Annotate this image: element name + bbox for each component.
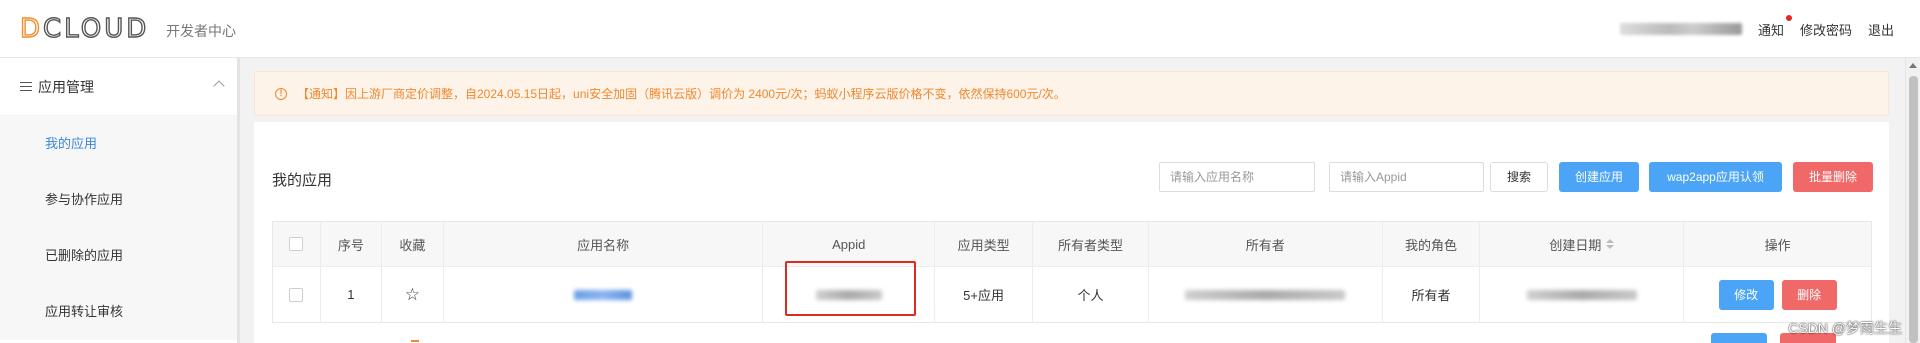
- sidebar-divider: [237, 58, 240, 343]
- top-right-menu: 通知 修改密码 退出: [1619, 0, 1920, 58]
- col-app-name: 应用名称: [443, 222, 764, 266]
- dcloud-logo[interactable]: DCLOUD: [19, 15, 149, 42]
- watermark: CSDN @梦雨生生: [1788, 320, 1902, 336]
- create-app-button[interactable]: 创建应用: [1559, 162, 1639, 192]
- row-app-name: [443, 266, 764, 322]
- sidebar-section-label: 应用管理: [38, 78, 94, 95]
- developer-center-title: 开发者中心: [166, 23, 236, 39]
- row-checkbox[interactable]: [289, 287, 304, 302]
- col-index: 序号: [320, 222, 382, 266]
- top-bar: DCLOUD 开发者中心 通知 修改密码 退出: [0, 0, 1920, 58]
- search-button[interactable]: 搜索: [1490, 162, 1548, 192]
- select-all-checkbox[interactable]: [289, 237, 304, 251]
- wap2app-claim-button[interactable]: wap2app应用认领: [1649, 162, 1782, 192]
- change-password-link[interactable]: 修改密码: [1800, 20, 1852, 39]
- col-appid: Appid: [763, 222, 936, 266]
- chevron-up-icon: [213, 80, 225, 92]
- star-icon[interactable]: ☆: [405, 286, 420, 303]
- appid-highlight-box: [785, 261, 916, 316]
- row-select-cell: [273, 266, 321, 322]
- page-title: 我的应用: [272, 172, 333, 189]
- row-created-date: [1480, 266, 1685, 322]
- sidebar-section-app-management[interactable]: 应用管理: [0, 58, 237, 116]
- sidebar: 应用管理 我的应用 参与协作应用 已删除的应用 应用转让审核: [0, 58, 237, 343]
- notice-text: 【通知】因上游厂商定价调整，自2024.05.15日起，uni安全加固（腾讯云版…: [297, 87, 1066, 101]
- notification-dot: [1785, 14, 1792, 21]
- batch-delete-button[interactable]: 批量删除: [1793, 162, 1873, 192]
- col-owner-type: 所有者类型: [1033, 222, 1149, 266]
- sidebar-item-my-apps[interactable]: 我的应用: [0, 116, 237, 172]
- row-index: 1: [320, 266, 382, 322]
- scroll-up-arrow[interactable]: [1909, 63, 1917, 68]
- col-owner: 所有者: [1148, 222, 1383, 266]
- appid-search-input[interactable]: 请输入Appid: [1329, 162, 1484, 192]
- app-name-link[interactable]: [574, 289, 633, 300]
- table-header-row: 序号 收藏 应用名称 Appid 应用类型 所有者类型 所有者 我的角色 创建日…: [273, 222, 1871, 266]
- col-actions: 操作: [1684, 222, 1871, 266]
- notify-link[interactable]: 通知: [1758, 14, 1792, 39]
- page-scrollbar[interactable]: [1905, 58, 1920, 343]
- sidebar-item-deleted-apps[interactable]: 已删除的应用: [0, 228, 237, 284]
- row2-edit-button-hint[interactable]: [1711, 333, 1767, 343]
- col-created-date[interactable]: 创建日期: [1480, 222, 1685, 266]
- username[interactable]: [1619, 23, 1742, 35]
- list-icon: [20, 81, 32, 92]
- main-content: ! 【通知】因上游厂商定价调整，自2024.05.15日起，uni安全加固（腾讯…: [252, 71, 1901, 343]
- edit-button[interactable]: 修改: [1718, 279, 1774, 310]
- notice-banner: ! 【通知】因上游厂商定价调整，自2024.05.15日起，uni安全加固（腾讯…: [254, 71, 1889, 116]
- row-owner-type: 个人: [1033, 266, 1149, 322]
- scroll-thumb[interactable]: [1909, 76, 1918, 343]
- logout-link[interactable]: 退出: [1868, 20, 1894, 39]
- row-app-type: 5+应用: [935, 266, 1034, 322]
- row-actions: 修改 删除: [1684, 266, 1871, 322]
- info-icon: !: [275, 87, 287, 100]
- col-app-type: 应用类型: [935, 222, 1034, 266]
- apps-panel: 我的应用 请输入应用名称 请输入Appid 搜索 创建应用 wap2app应用认…: [254, 122, 1889, 343]
- row-favorite-cell: ☆: [381, 266, 444, 322]
- col-my-role: 我的角色: [1382, 222, 1481, 266]
- owner-value: [1185, 289, 1346, 300]
- sort-icon[interactable]: [1606, 239, 1615, 249]
- row-owner: [1148, 266, 1383, 322]
- created-date-value: [1526, 289, 1637, 300]
- sidebar-item-transfer-review[interactable]: 应用转让审核: [0, 284, 237, 340]
- apps-table: 序号 收藏 应用名称 Appid 应用类型 所有者类型 所有者 我的角色 创建日…: [272, 221, 1872, 323]
- table-row: 1 ☆ 5+应用 个人 所有者 修改 删除: [273, 266, 1871, 322]
- col-created-date-label: 创建日期: [1549, 237, 1602, 253]
- select-all-cell: [273, 222, 321, 266]
- row-my-role: 所有者: [1382, 266, 1481, 322]
- sidebar-item-collab-apps[interactable]: 参与协作应用: [0, 172, 237, 228]
- col-favorite: 收藏: [381, 222, 444, 266]
- delete-button[interactable]: 删除: [1781, 279, 1837, 310]
- app-name-search-input[interactable]: 请输入应用名称: [1159, 162, 1315, 192]
